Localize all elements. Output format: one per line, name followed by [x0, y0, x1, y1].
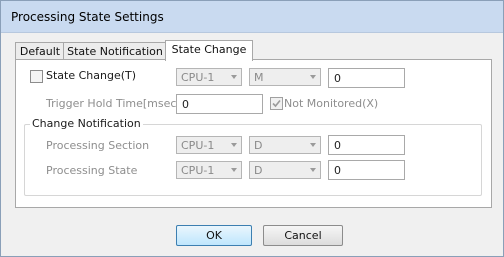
chevron-down-icon: [310, 75, 316, 79]
state-change-value-text: 0: [334, 72, 341, 85]
processing-section-cpu-select[interactable]: CPU-1: [176, 136, 242, 154]
chevron-down-icon: [310, 168, 316, 172]
processing-state-cpu-select[interactable]: CPU-1: [176, 161, 242, 179]
tab-default[interactable]: Default: [15, 42, 65, 60]
processing-state-device-value: D: [254, 164, 263, 177]
state-change-checkbox[interactable]: [30, 70, 43, 83]
state-change-device-select[interactable]: M: [249, 68, 321, 86]
window-title: Processing State Settings: [11, 10, 164, 24]
processing-state-cpu-value: CPU-1: [181, 164, 215, 177]
tab-state-notification[interactable]: State Notification: [63, 42, 167, 60]
cancel-button[interactable]: Cancel: [263, 225, 343, 246]
trigger-hold-label: Trigger Hold Time[msec]: [46, 97, 181, 110]
processing-section-value-input[interactable]: 0: [328, 135, 405, 155]
ok-button[interactable]: OK: [176, 225, 252, 246]
state-change-device-value: M: [254, 71, 264, 84]
tab-panel: State Change(T) CPU-1 M 0 Trigger Hold T…: [15, 59, 492, 208]
tab-state-change[interactable]: State Change: [165, 40, 253, 61]
processing-section-cpu-value: CPU-1: [181, 139, 215, 152]
change-notification-title: Change Notification: [30, 117, 143, 130]
processing-state-value-input[interactable]: 0: [328, 160, 405, 180]
state-change-label: State Change(T): [46, 69, 137, 82]
state-change-cpu-value: CPU-1: [181, 71, 215, 84]
processing-section-label: Processing Section: [46, 139, 150, 152]
processing-state-device-select[interactable]: D: [249, 161, 321, 179]
not-monitored-checkbox[interactable]: [270, 97, 283, 110]
state-change-value-input[interactable]: 0: [328, 68, 405, 88]
checkmark-icon: [272, 99, 281, 108]
processing-state-value-text: 0: [334, 164, 341, 177]
not-monitored-label: Not Monitored(X): [284, 97, 379, 110]
processing-section-device-select[interactable]: D: [249, 136, 321, 154]
trigger-hold-input[interactable]: 0: [176, 94, 263, 114]
title-bar[interactable]: Processing State Settings: [1, 1, 503, 33]
dialog-window: Processing State Settings Default State …: [0, 0, 504, 257]
chevron-down-icon: [231, 75, 237, 79]
trigger-hold-value-text: 0: [182, 98, 189, 111]
chevron-down-icon: [231, 168, 237, 172]
state-change-cpu-select[interactable]: CPU-1: [176, 68, 242, 86]
chevron-down-icon: [310, 143, 316, 147]
processing-section-device-value: D: [254, 139, 263, 152]
chevron-down-icon: [231, 143, 237, 147]
processing-state-label: Processing State: [46, 164, 138, 177]
processing-section-value-text: 0: [334, 139, 341, 152]
change-notification-group: [24, 124, 482, 196]
